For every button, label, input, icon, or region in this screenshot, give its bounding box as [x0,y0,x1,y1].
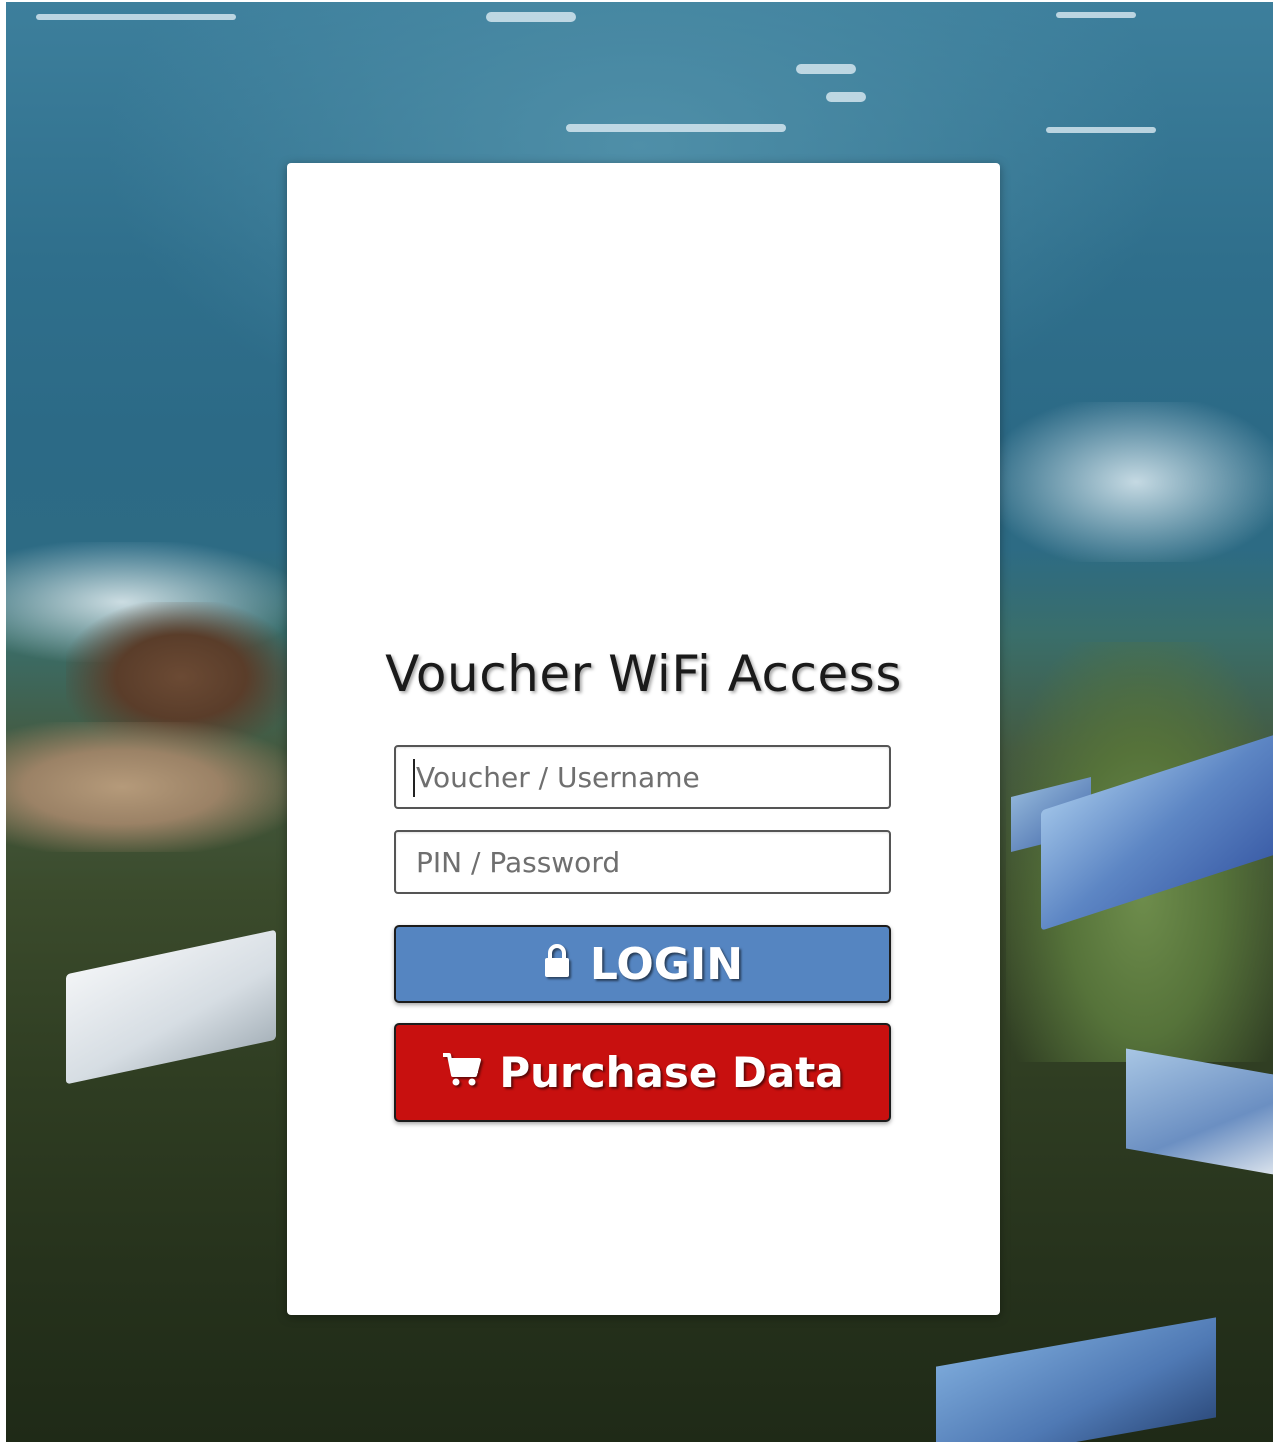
cart-icon [441,1048,482,1097]
purchase-data-button-label: Purchase Data [499,1048,844,1097]
voucher-username-input[interactable] [394,745,891,809]
login-card: Voucher WiFi Access LOGIN [287,163,1000,1315]
login-button-label: LOGIN [589,938,744,990]
lock-icon [542,939,572,990]
page-title: Voucher WiFi Access [385,645,902,703]
text-cursor [413,759,415,797]
pin-password-input[interactable] [394,830,891,894]
captive-portal-page: Voucher WiFi Access LOGIN [0,0,1273,1442]
login-button[interactable]: LOGIN [394,925,891,1003]
purchase-data-button[interactable]: Purchase Data [394,1023,891,1122]
